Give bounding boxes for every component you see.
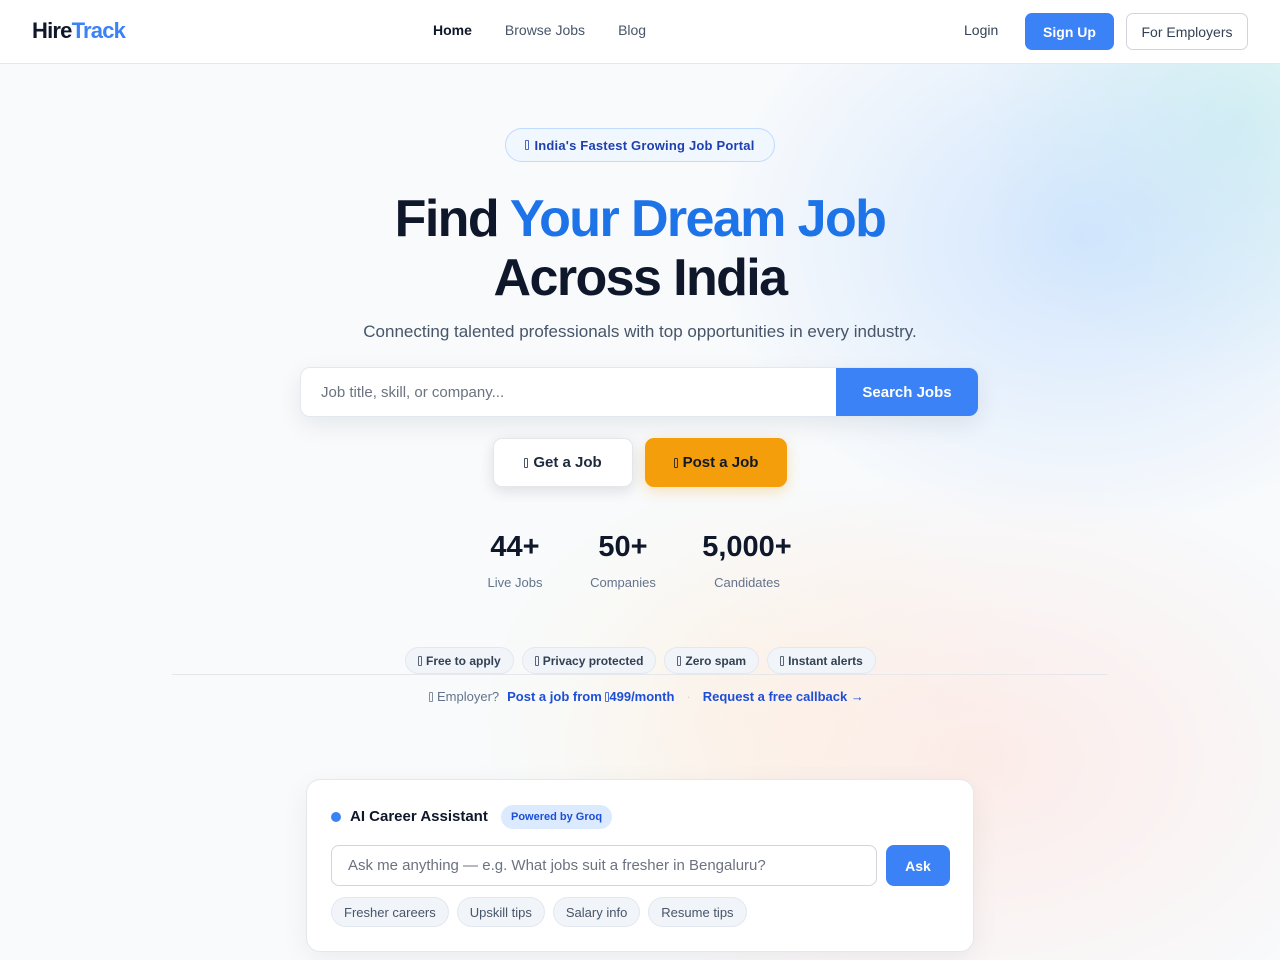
post-job-link-prefix: Post a job from [507, 689, 606, 704]
feature-chip-label: Privacy protected [542, 653, 644, 668]
rupee-icon [605, 692, 610, 702]
stat-companies: 50+ Companies [582, 531, 664, 590]
stat-value: 50+ [598, 531, 648, 563]
hero-subtitle: Connecting talented professionals with t… [363, 322, 917, 341]
get-job-icon [524, 457, 529, 468]
feature-chips: Free to apply Privacy protected Zero spa… [405, 647, 876, 674]
post-job-icon [673, 457, 678, 468]
stat-label: Candidates [714, 575, 780, 590]
feature-chip-label: Instant alerts [788, 653, 863, 668]
section-divider [172, 674, 1108, 675]
feature-chip-label: Free to apply [426, 653, 501, 668]
suggestion-upskill-tips[interactable]: Upskill tips [456, 897, 545, 927]
ai-suggestions: Fresher careers Upskill tips Salary info… [331, 897, 747, 927]
ask-button[interactable]: Ask [886, 845, 950, 886]
nav-browse-jobs[interactable]: Browse Jobs [505, 22, 585, 38]
nav-blog[interactable]: Blog [618, 22, 646, 38]
shield-icon [677, 655, 682, 666]
employer-prefix-text: Employer? [437, 689, 500, 704]
signup-button[interactable]: Sign Up [1025, 13, 1114, 50]
top-navbar: HireTrack Home Browse Jobs Blog Login Si… [0, 0, 1280, 64]
powered-by-badge: Powered by Groq [501, 805, 613, 829]
check-icon [418, 655, 422, 666]
feature-chip-privacy: Privacy protected [521, 647, 657, 674]
brand-logo-part1: Hire [32, 18, 72, 43]
stat-value: 5,000+ [702, 531, 792, 563]
employer-prefix: Employer? [429, 689, 499, 704]
main-nav: Home Browse Jobs Blog [433, 22, 646, 38]
feature-chip-label: Zero spam [685, 653, 747, 668]
request-callback-link[interactable]: Request a free callback → [703, 689, 864, 704]
get-a-job-button[interactable]: Get a Job [493, 438, 633, 487]
post-a-job-button[interactable]: Post a Job [645, 438, 787, 487]
login-link[interactable]: Login [964, 22, 998, 38]
feature-chip-free: Free to apply [405, 647, 514, 674]
lock-icon [534, 655, 539, 666]
link-separator: · [686, 689, 691, 704]
hero-badge-text: India's Fastest Growing Job Portal [534, 137, 755, 153]
post-job-link-suffix: 499/month [609, 689, 675, 704]
suggestion-resume-tips[interactable]: Resume tips [648, 897, 747, 927]
job-search-input[interactable] [301, 368, 838, 416]
get-a-job-label: Get a Job [533, 454, 602, 471]
stat-candidates: 5,000+ Candidates [697, 531, 797, 590]
stat-value: 44+ [490, 531, 540, 563]
job-search-bar: Search Jobs [300, 367, 979, 417]
stat-label: Companies [590, 575, 656, 590]
briefcase-icon [429, 691, 433, 702]
suggestion-fresher-careers[interactable]: Fresher careers [331, 897, 449, 927]
ai-question-input[interactable] [331, 845, 877, 886]
status-dot-icon [331, 812, 341, 822]
for-employers-button[interactable]: For Employers [1126, 13, 1248, 50]
hero-badge: India's Fastest Growing Job Portal [505, 128, 775, 162]
nav-home[interactable]: Home [433, 22, 472, 38]
search-jobs-button[interactable]: Search Jobs [836, 368, 978, 416]
hero-title-line1: Find Your Dream Job [0, 189, 1280, 249]
brand-logo-part2: Track [71, 18, 126, 43]
ai-assistant-title: AI Career Assistant [350, 808, 488, 825]
stat-label: Live Jobs [487, 575, 543, 590]
feature-chip-spam: Zero spam [664, 647, 760, 674]
post-a-job-label: Post a Job [682, 454, 759, 471]
hero-title-accent: Your Dream Job [509, 190, 887, 248]
feature-chip-alerts: Instant alerts [767, 647, 876, 674]
post-job-pricing-link[interactable]: Post a job from 499/month [507, 689, 674, 704]
bell-icon [780, 655, 785, 666]
hero-title-line2: Across India [493, 249, 789, 307]
ai-assistant-card: AI Career Assistant Powered by Groq Ask … [306, 779, 974, 952]
suggestion-salary-info[interactable]: Salary info [552, 897, 641, 927]
badge-icon [525, 140, 530, 150]
hero-title-plain: Find [394, 190, 510, 248]
employer-promo-line: Employer? Post a job from 499/month · Re… [429, 689, 864, 704]
brand-logo[interactable]: HireTrack [32, 18, 126, 44]
stat-live-jobs: 44+ Live Jobs [480, 531, 550, 590]
